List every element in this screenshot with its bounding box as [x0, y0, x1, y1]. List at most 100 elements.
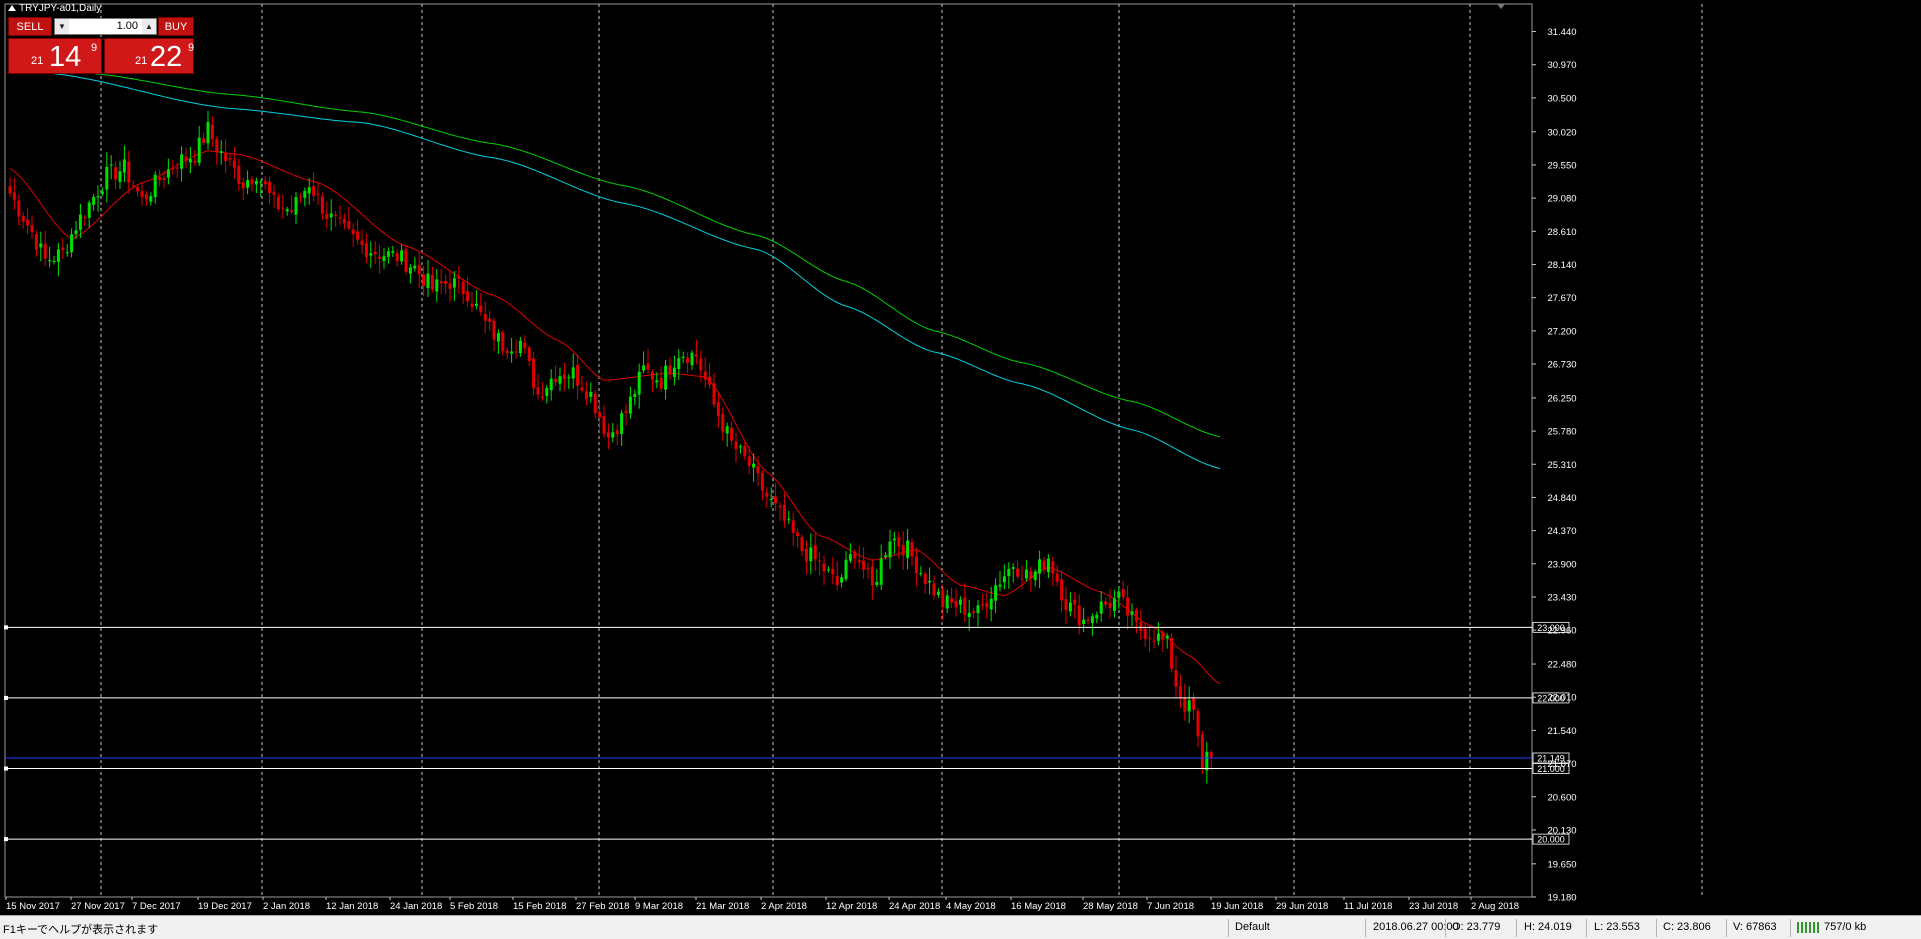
- price-chart[interactable]: 23.00022.00021.00020.00021.149 31.44030.…: [0, 0, 1921, 915]
- bull-candle: [875, 582, 879, 585]
- bear-candle: [373, 251, 377, 255]
- bull-candle: [994, 585, 998, 601]
- bear-candle: [668, 365, 672, 375]
- bear-candle: [1196, 711, 1200, 737]
- bear-candle: [268, 181, 272, 193]
- chart-area[interactable]: 23.000 22.000 21.000 20.000 21.149 31.440 30.…: [0, 0, 1921, 915]
- bear-candle: [492, 320, 496, 340]
- bull-candle: [642, 365, 646, 371]
- bear-candle: [417, 265, 421, 274]
- bull-candle: [1117, 591, 1121, 598]
- bull-candle: [681, 356, 685, 358]
- bear-candle: [822, 563, 826, 572]
- collapse-triangle-icon[interactable]: [8, 5, 16, 12]
- bear-candle: [1192, 697, 1196, 710]
- bear-candle: [171, 167, 175, 170]
- bear-candle: [1121, 589, 1125, 598]
- status-profile[interactable]: Default: [1235, 921, 1270, 933]
- lot-decrease-icon[interactable]: ▼: [55, 19, 69, 34]
- price-tick-label: 23.900: [1547, 559, 1576, 570]
- bear-candle: [131, 185, 135, 187]
- bull-candle: [400, 250, 404, 262]
- price-tick-label: 26.250: [1547, 393, 1576, 404]
- bear-candle: [501, 332, 505, 352]
- bear-candle: [470, 303, 474, 307]
- bear-candle: [1042, 560, 1046, 570]
- bull-candle: [1165, 635, 1169, 639]
- bear-candle: [760, 472, 764, 491]
- price-tick-label: 27.200: [1547, 326, 1576, 337]
- bear-candle: [743, 446, 747, 457]
- bear-candle: [127, 161, 131, 183]
- bear-candle: [144, 194, 148, 200]
- bear-candle: [479, 305, 483, 312]
- bear-candle: [1178, 686, 1182, 698]
- time-tick-label: 29 Jun 2018: [1276, 901, 1328, 912]
- bull-candle: [518, 340, 522, 353]
- bear-candle: [1152, 640, 1156, 642]
- time-tick-label: 7 Jun 2018: [1147, 901, 1194, 912]
- lot-size-input[interactable]: ▼ 1.00 ▲: [54, 18, 157, 35]
- bear-candle: [593, 393, 597, 414]
- bull-candle: [620, 413, 624, 434]
- bear-candle: [765, 492, 769, 497]
- bull-candle: [122, 159, 126, 173]
- bear-candle: [1055, 573, 1059, 582]
- bear-candle: [1126, 597, 1130, 616]
- status-volume: V: 67863: [1733, 921, 1777, 933]
- time-tick-label: 11 Jul 2018: [1344, 901, 1392, 912]
- bear-candle: [184, 156, 188, 161]
- bear-candle: [1064, 599, 1068, 610]
- bull-candle: [826, 569, 830, 571]
- bear-candle: [351, 229, 355, 235]
- bull-candle: [259, 181, 263, 183]
- bull-candle: [1090, 616, 1094, 623]
- time-tick-label: 16 May 2018: [1011, 901, 1066, 912]
- bull-candle: [180, 154, 184, 169]
- bull-candle: [958, 599, 962, 605]
- bear-candle: [554, 379, 558, 382]
- time-tick-label: 2 Apr 2018: [761, 901, 807, 912]
- lot-increase-icon[interactable]: ▲: [142, 19, 156, 34]
- bear-candle: [457, 277, 461, 279]
- bear-candle: [624, 410, 628, 413]
- bear-candle: [210, 124, 214, 140]
- bear-candle: [316, 193, 320, 195]
- sell-button[interactable]: SELL: [8, 17, 52, 36]
- bear-candle: [756, 465, 760, 474]
- bear-candle: [914, 556, 918, 573]
- bear-candle: [140, 191, 144, 197]
- bull-candle: [153, 174, 157, 198]
- bull-candle: [725, 426, 729, 434]
- bear-candle: [536, 387, 540, 395]
- bull-candle: [254, 180, 258, 185]
- bull-candle: [92, 196, 96, 205]
- bear-candle: [21, 215, 25, 222]
- bull-candle: [989, 598, 993, 610]
- bull-candle: [382, 256, 386, 261]
- bear-candle: [835, 575, 839, 585]
- time-tick-label: 12 Jan 2018: [326, 901, 378, 912]
- bear-candle: [347, 221, 351, 229]
- bear-candle: [804, 548, 808, 562]
- bear-candle: [703, 371, 707, 380]
- bear-candle: [699, 358, 703, 371]
- level-handle-icon: [4, 837, 8, 842]
- bear-candle: [972, 611, 976, 614]
- status-low: L: 23.553: [1594, 921, 1640, 933]
- bear-candle: [857, 560, 861, 562]
- bull-candle: [435, 279, 439, 292]
- bull-candle: [1187, 700, 1191, 712]
- bull-candle: [1033, 571, 1037, 581]
- sell-price-box[interactable]: 21 14 9: [8, 38, 102, 74]
- bull-candle: [105, 166, 109, 190]
- lot-size-value[interactable]: 1.00: [73, 20, 138, 32]
- bear-candle: [272, 192, 276, 195]
- bull-candle: [413, 265, 417, 269]
- bear-candle: [338, 217, 342, 219]
- bear-candle: [250, 179, 254, 184]
- bull-candle: [567, 377, 571, 379]
- time-tick-label: 28 May 2018: [1083, 901, 1138, 912]
- buy-button[interactable]: BUY: [158, 17, 194, 36]
- buy-price-box[interactable]: 21 22 9: [104, 38, 194, 74]
